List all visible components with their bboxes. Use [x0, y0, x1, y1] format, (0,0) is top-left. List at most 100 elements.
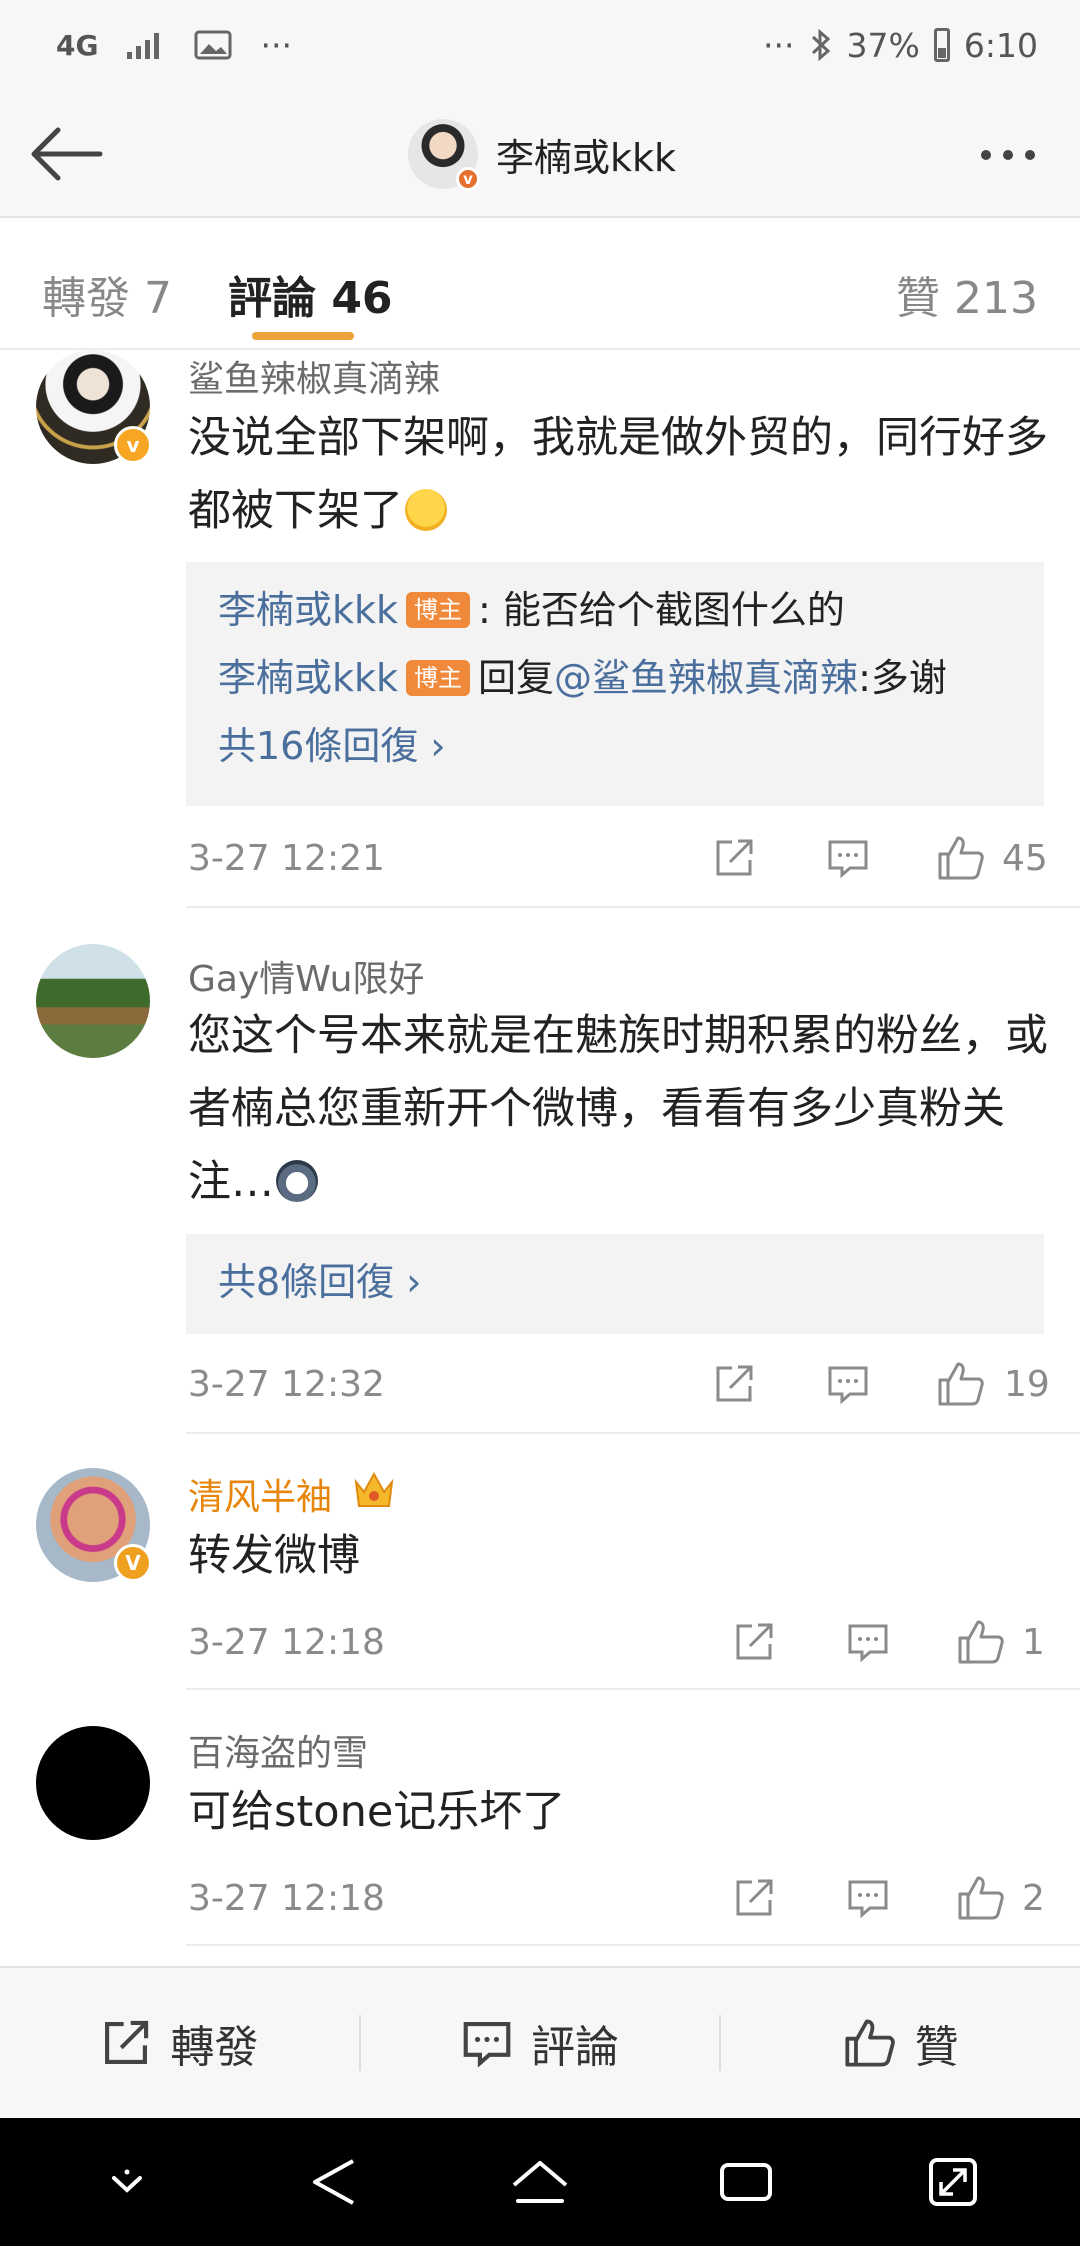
reply-preview-box[interactable]: 共8條回復 ›	[186, 1234, 1044, 1334]
reply-mention[interactable]: @鲨鱼辣椒真滴辣	[554, 656, 858, 700]
comment-icon	[848, 1880, 888, 1919]
battery-icon	[933, 28, 950, 62]
like-count: 45	[1002, 838, 1048, 879]
back-triangle-icon	[312, 2159, 354, 2205]
comment-item: V 清风半袖 转发微博 3-27 12:18 1	[0, 1468, 1080, 1678]
more-replies-link[interactable]: 共16條回復 ›	[218, 712, 1012, 780]
comment-button[interactable]: 評論	[361, 1968, 720, 2118]
like-button[interactable]	[956, 1618, 1006, 1666]
more-dot-icon	[981, 150, 991, 160]
avatar[interactable]: V	[36, 1468, 152, 1582]
nav-recents-button[interactable]	[701, 2137, 791, 2227]
nav-back-button[interactable]	[289, 2137, 379, 2227]
tab-comments[interactable]: 評論 46	[228, 262, 393, 326]
divider	[186, 1432, 1080, 1434]
reply-text: : 能否给个截图什么的	[478, 588, 845, 632]
reply-button[interactable]	[826, 1362, 870, 1406]
comment-text: 您这个号本来就是在魅族时期积累的粉丝，或者楠总您重新开个微博，看看有多少真粉关注…	[188, 1000, 1048, 1219]
comment-text-content: 可给stone记乐坏了	[188, 1787, 566, 1837]
comment-time: 3-27 12:21	[188, 838, 385, 879]
host-badge: 博主	[406, 660, 471, 696]
avatar[interactable]: v	[408, 119, 480, 191]
hide-keyboard-button[interactable]	[82, 2137, 172, 2227]
comment-item: v 鲨鱼辣椒真滴辣 没说全部下架啊，我就是做外贸的，同行好多都被下架了 李楠或k…	[0, 350, 1080, 910]
avatar[interactable]	[36, 1726, 150, 1840]
tab-repost[interactable]: 轉發 7	[42, 262, 172, 326]
more-replies-link[interactable]: 共8條回復 ›	[218, 1248, 1012, 1316]
status-bar: 4G ··· ··· 37% 6:10	[0, 0, 1080, 90]
comment-text-content: 转发微博	[188, 1531, 360, 1581]
host-badge: 博主	[406, 592, 471, 628]
like-label: 贊	[914, 2022, 959, 2073]
comment-icon	[828, 840, 868, 879]
nav-expand-button[interactable]	[908, 2137, 998, 2227]
share-button[interactable]	[712, 1362, 756, 1406]
more-notifications-icon: ···	[260, 25, 292, 65]
reply-button[interactable]	[826, 836, 870, 880]
share-icon	[716, 1365, 753, 1402]
thumbs-up-icon	[938, 836, 984, 880]
comment-username[interactable]: Gay情Wu限好	[188, 950, 424, 1002]
share-button[interactable]	[732, 1620, 776, 1664]
reply-username[interactable]: 李楠或kkk	[218, 656, 398, 700]
verified-badge-icon: v	[456, 167, 480, 191]
share-icon	[736, 1623, 773, 1660]
tab-likes[interactable]: 贊 213	[896, 262, 1038, 326]
comment-time: 3-27 12:32	[188, 1364, 385, 1405]
share-icon	[736, 1879, 773, 1916]
share-icon	[105, 2020, 149, 2064]
reply-line: 李楠或kkk 博主: 能否给个截图什么的	[218, 576, 1012, 644]
share-button[interactable]	[732, 1876, 776, 1920]
reply-username[interactable]: 李楠或kkk	[218, 588, 398, 632]
comment-username[interactable]: 鲨鱼辣椒真滴辣	[188, 350, 440, 402]
like-button[interactable]	[936, 834, 986, 882]
page-title: 李楠或kkk	[496, 135, 677, 180]
signal-icon	[126, 30, 166, 60]
comment-time: 3-27 12:18	[188, 1878, 385, 1919]
active-tab-indicator	[252, 332, 354, 340]
comment-item: 百海盗的雪 可给stone记乐坏了 3-27 12:18 2	[0, 1724, 1080, 1944]
tab-bar: 轉發 7 評論 46 贊 213	[0, 218, 1080, 350]
divider	[186, 906, 1080, 908]
comment-time: 3-27 12:18	[188, 1622, 385, 1663]
reply-button[interactable]	[846, 1876, 890, 1920]
more-dot-icon	[1025, 150, 1035, 160]
reply-preview-box[interactable]: 李楠或kkk 博主: 能否给个截图什么的 李楠或kkk 博主 回复@鲨鱼辣椒真滴辣:多…	[186, 562, 1044, 806]
header-profile[interactable]: v 李楠或kkk	[408, 116, 676, 192]
reply-button[interactable]	[846, 1620, 890, 1664]
repost-button[interactable]: 轉發	[0, 1968, 359, 2118]
comment-username[interactable]: 百海盗的雪	[188, 1724, 368, 1776]
comment-item: Gay情Wu限好 您这个号本来就是在魅族时期积累的粉丝，或者楠总您重新开个微博，…	[0, 944, 1080, 1424]
comment-username[interactable]: 清风半袖	[188, 1468, 332, 1520]
like-button[interactable]	[956, 1874, 1006, 1922]
thumbs-up-icon	[958, 1876, 1004, 1920]
comment-text: 可给stone记乐坏了	[188, 1776, 1048, 1849]
thumbs-up-icon	[845, 2019, 895, 2067]
top-nav: v 李楠或kkk	[0, 90, 1080, 218]
comment-label: 評論	[531, 2022, 619, 2073]
comment-text: 没说全部下架啊，我就是做外贸的，同行好多都被下架了	[188, 402, 1048, 548]
network-type-icon: 4G	[56, 28, 99, 62]
clock: 6:10	[963, 25, 1038, 65]
reply-line: 李楠或kkk 博主 回复@鲨鱼辣椒真滴辣:多谢	[218, 644, 1012, 712]
back-button[interactable]	[26, 118, 106, 190]
comment-text-content: 没说全部下架啊，我就是做外贸的，同行好多都被下架了	[188, 413, 1048, 536]
battery-percent: 37%	[846, 25, 920, 65]
like-button[interactable]: 贊	[721, 1968, 1080, 2118]
like-count: 19	[1004, 1364, 1050, 1405]
avatar[interactable]	[36, 944, 150, 1058]
crown-icon	[352, 1468, 396, 1516]
more-dot-icon	[1003, 150, 1013, 160]
chevron-down-icon	[112, 2169, 143, 2193]
thumbs-up-icon	[938, 1362, 984, 1406]
repost-label: 轉發	[170, 2022, 259, 2073]
nav-home-button[interactable]	[495, 2137, 585, 2227]
comment-icon	[828, 1366, 868, 1405]
recent-apps-icon	[720, 2163, 773, 2201]
like-button[interactable]	[936, 1360, 986, 1408]
overflow-icon: ···	[763, 25, 795, 65]
avatar[interactable]: v	[36, 350, 152, 464]
more-options-button[interactable]	[968, 130, 1048, 180]
comment-text: 转发微博	[188, 1520, 1048, 1593]
share-button[interactable]	[712, 836, 756, 880]
